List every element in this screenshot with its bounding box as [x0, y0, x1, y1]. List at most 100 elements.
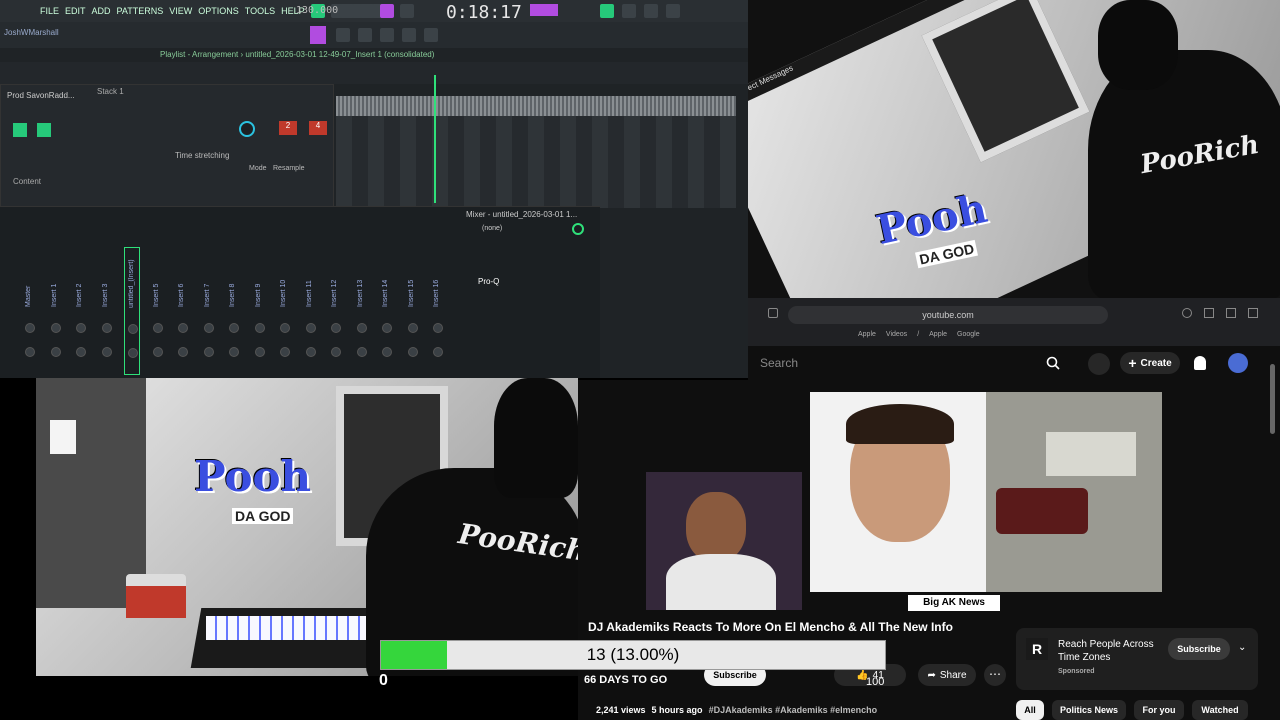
share-button[interactable]: ➦ Share — [918, 664, 976, 686]
pan-knob[interactable] — [407, 323, 418, 333]
menu-add[interactable]: ADD — [92, 6, 111, 16]
mixer-track[interactable]: Insert 6 — [175, 247, 191, 375]
hashtags[interactable]: #DJAkademiks #Akademiks #elmencho — [709, 705, 878, 715]
page-scrollbar[interactable] — [1270, 364, 1275, 434]
volume-knob[interactable] — [229, 347, 239, 357]
pan-knob[interactable] — [152, 323, 163, 333]
resample-label[interactable]: Resample — [273, 165, 305, 172]
pan-knob[interactable] — [101, 323, 112, 333]
pan-knob[interactable] — [433, 323, 443, 333]
youtube-search-input[interactable]: Search — [748, 346, 1038, 380]
paint-tool-icon[interactable] — [358, 28, 372, 42]
mixer-track[interactable]: Insert 1 — [48, 247, 64, 375]
download-icon[interactable] — [1182, 308, 1192, 318]
pan-knob[interactable] — [254, 323, 265, 333]
volume-knob[interactable] — [178, 347, 188, 357]
pan-knob[interactable] — [305, 323, 316, 333]
bookmark-apple-2[interactable]: Apple — [929, 331, 947, 338]
mixer-track[interactable]: Insert 3 — [99, 247, 115, 375]
mixer-power-icon[interactable] — [572, 223, 584, 235]
timeline-ruler[interactable] — [0, 62, 748, 84]
mixer-slot-none[interactable]: (none) — [482, 225, 502, 232]
menu-edit[interactable]: EDIT — [65, 6, 86, 16]
bookmark-google[interactable]: Google — [957, 331, 980, 338]
mixer-track[interactable]: Insert 2 — [73, 247, 89, 375]
sponsor-subscribe-button[interactable]: Subscribe — [1168, 638, 1230, 660]
sponsored-card[interactable]: R Reach People Across Time Zones Sponsor… — [1016, 628, 1258, 690]
pan-knob[interactable] — [25, 323, 35, 333]
select-tool-icon[interactable] — [424, 28, 438, 42]
volume-knob[interactable] — [305, 347, 316, 357]
volume-knob[interactable] — [280, 347, 290, 357]
volume-knob[interactable] — [407, 347, 418, 357]
menu-patterns[interactable]: PATTERNS — [117, 6, 164, 16]
plugin-wrapper-icon[interactable] — [13, 123, 27, 137]
volume-knob[interactable] — [331, 347, 341, 357]
search-icon[interactable] — [1046, 356, 1060, 370]
volume-knob[interactable] — [433, 347, 443, 357]
mixer-track[interactable]: Insert 12 — [328, 247, 344, 375]
address-bar[interactable]: youtube.com — [788, 306, 1108, 324]
pan-knob[interactable] — [50, 323, 61, 333]
mixer-track[interactable]: untitled_(Insert) — [124, 247, 140, 375]
slice-tool-icon[interactable] — [402, 28, 416, 42]
volume-knob[interactable] — [101, 347, 112, 357]
pitch-knob[interactable] — [239, 121, 255, 137]
mixer-track[interactable]: Insert 7 — [201, 247, 217, 375]
settings-wrench-icon[interactable] — [37, 123, 51, 137]
wait-icon[interactable] — [360, 4, 374, 18]
pan-knob[interactable] — [331, 323, 341, 333]
notifications-bell-icon[interactable] — [1194, 356, 1206, 370]
volume-knob[interactable] — [254, 347, 265, 357]
mixer-track[interactable]: Insert 16 — [430, 247, 446, 375]
volume-knob[interactable] — [152, 347, 163, 357]
volume-knob[interactable] — [203, 347, 214, 357]
mixer-track[interactable]: Insert 11 — [303, 247, 319, 375]
mixer-track[interactable]: Insert 5 — [150, 247, 166, 375]
pan-knob[interactable] — [382, 323, 392, 333]
countdown-icon[interactable] — [380, 4, 394, 18]
bookmark-videos[interactable]: Videos — [886, 331, 907, 338]
playhead[interactable] — [434, 75, 436, 203]
mixer-track[interactable]: Insert 9 — [252, 247, 268, 375]
pan-knob[interactable] — [280, 323, 290, 333]
volume-knob[interactable] — [356, 347, 367, 357]
tabs-overview-icon[interactable] — [1248, 308, 1258, 318]
share-icon[interactable] — [1204, 308, 1214, 318]
video-title[interactable]: DJ Akademiks Reacts To More On El Mencho… — [588, 620, 953, 634]
mic-icon[interactable] — [644, 4, 658, 18]
new-tab-icon[interactable] — [1226, 308, 1236, 318]
pan-knob[interactable] — [229, 323, 239, 333]
voice-search-icon[interactable] — [1088, 353, 1110, 375]
pan-knob[interactable] — [178, 323, 188, 333]
volume-knob[interactable] — [25, 347, 35, 357]
time-value-box[interactable]: 4 — [309, 121, 327, 135]
chevron-down-icon[interactable]: ⌄ — [1238, 642, 1246, 653]
audio-clip-waveform[interactable] — [336, 96, 736, 116]
pan-knob[interactable] — [203, 323, 214, 333]
mixer-track[interactable]: Master — [22, 247, 38, 375]
chip-all[interactable]: All — [1016, 700, 1044, 720]
playlist-grid[interactable] — [336, 116, 736, 208]
loop-record-icon[interactable] — [400, 4, 414, 18]
plugin-picker-icon[interactable] — [310, 26, 326, 44]
pan-knob[interactable] — [356, 323, 367, 333]
refresh-icon[interactable] — [622, 4, 636, 18]
delete-tool-icon[interactable] — [380, 28, 394, 42]
menu-tools[interactable]: TOOLS — [245, 6, 275, 16]
chip-for-you[interactable]: For you — [1134, 700, 1184, 720]
volume-knob[interactable] — [50, 347, 61, 357]
draw-tool-icon[interactable] — [336, 28, 350, 42]
pan-knob[interactable] — [76, 323, 86, 333]
volume-knob[interactable] — [128, 348, 138, 358]
bookmark-apple[interactable]: Apple — [858, 331, 876, 338]
mixer-fx-proq[interactable]: Pro-Q — [478, 277, 499, 286]
speaker-icon[interactable] — [666, 4, 680, 18]
more-options-icon[interactable]: ⋯ — [984, 664, 1006, 686]
mixer-track[interactable]: Insert 8 — [226, 247, 242, 375]
tempo-display[interactable]: 130.000 — [296, 5, 338, 16]
sidebar-icon[interactable] — [768, 308, 778, 318]
mixer-track[interactable]: Insert 10 — [277, 247, 293, 375]
menu-options[interactable]: OPTIONS — [198, 6, 239, 16]
volume-knob[interactable] — [76, 347, 86, 357]
